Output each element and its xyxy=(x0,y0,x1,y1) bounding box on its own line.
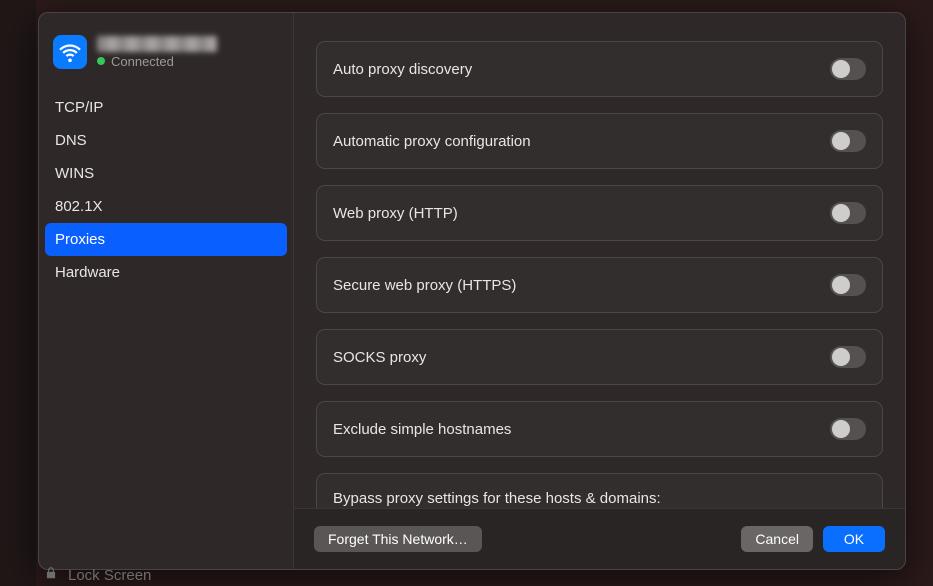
toggle-secure-web-proxy-https[interactable] xyxy=(830,274,866,296)
row-automatic-proxy-config: Automatic proxy configuration xyxy=(316,113,883,169)
status-dot-icon xyxy=(97,57,105,65)
network-settings-sheet: Connected TCP/IP DNS WINS 802.1X Proxies… xyxy=(38,12,906,570)
label-exclude-simple-hostnames: Exclude simple hostnames xyxy=(333,421,511,438)
proxies-scroll[interactable]: Auto proxy discovery Automatic proxy con… xyxy=(294,13,905,508)
sidebar: Connected TCP/IP DNS WINS 802.1X Proxies… xyxy=(39,13,294,569)
sidebar-item-dns[interactable]: DNS xyxy=(45,124,287,157)
network-header: Connected xyxy=(39,29,293,83)
row-bypass-proxy: Bypass proxy settings for these hosts & … xyxy=(316,473,883,508)
sidebar-item-wins[interactable]: WINS xyxy=(45,157,287,190)
toggle-auto-proxy-discovery[interactable] xyxy=(830,58,866,80)
connection-status: Connected xyxy=(97,54,217,69)
label-socks-proxy: SOCKS proxy xyxy=(333,349,426,366)
row-socks-proxy: SOCKS proxy xyxy=(316,329,883,385)
ok-button[interactable]: OK xyxy=(823,526,885,552)
wifi-icon xyxy=(53,35,87,69)
row-auto-proxy-discovery: Auto proxy discovery xyxy=(316,41,883,97)
label-bypass-proxy: Bypass proxy settings for these hosts & … xyxy=(333,490,866,507)
row-web-proxy-http: Web proxy (HTTP) xyxy=(316,185,883,241)
sheet-footer: Forget This Network… Cancel OK xyxy=(294,508,905,569)
cancel-button[interactable]: Cancel xyxy=(741,526,813,552)
lock-icon xyxy=(44,566,58,584)
label-secure-web-proxy-https: Secure web proxy (HTTPS) xyxy=(333,277,516,294)
background-lock-screen-label: Lock Screen xyxy=(68,567,151,584)
label-web-proxy-http: Web proxy (HTTP) xyxy=(333,205,458,222)
network-name-block: Connected xyxy=(97,36,217,69)
sidebar-item-tcpip[interactable]: TCP/IP xyxy=(45,91,287,124)
sidebar-item-hardware[interactable]: Hardware xyxy=(45,256,287,289)
network-name-redacted xyxy=(97,36,217,52)
forget-network-button[interactable]: Forget This Network… xyxy=(314,526,482,552)
label-automatic-proxy-config: Automatic proxy configuration xyxy=(333,133,531,150)
background-lock-screen-row: Lock Screen xyxy=(44,566,151,584)
row-secure-web-proxy-https: Secure web proxy (HTTPS) xyxy=(316,257,883,313)
toggle-web-proxy-http[interactable] xyxy=(830,202,866,224)
sidebar-item-8021x[interactable]: 802.1X xyxy=(45,190,287,223)
row-exclude-simple-hostnames: Exclude simple hostnames xyxy=(316,401,883,457)
toggle-automatic-proxy-config[interactable] xyxy=(830,130,866,152)
toggle-socks-proxy[interactable] xyxy=(830,346,866,368)
sidebar-tabs: TCP/IP DNS WINS 802.1X Proxies Hardware xyxy=(39,91,293,289)
toggle-exclude-simple-hostnames[interactable] xyxy=(830,418,866,440)
sidebar-item-proxies[interactable]: Proxies xyxy=(45,223,287,256)
main-pane: Auto proxy discovery Automatic proxy con… xyxy=(294,13,905,569)
label-auto-proxy-discovery: Auto proxy discovery xyxy=(333,61,472,78)
status-label: Connected xyxy=(111,54,174,69)
system-sidebar-sliver xyxy=(0,0,36,586)
